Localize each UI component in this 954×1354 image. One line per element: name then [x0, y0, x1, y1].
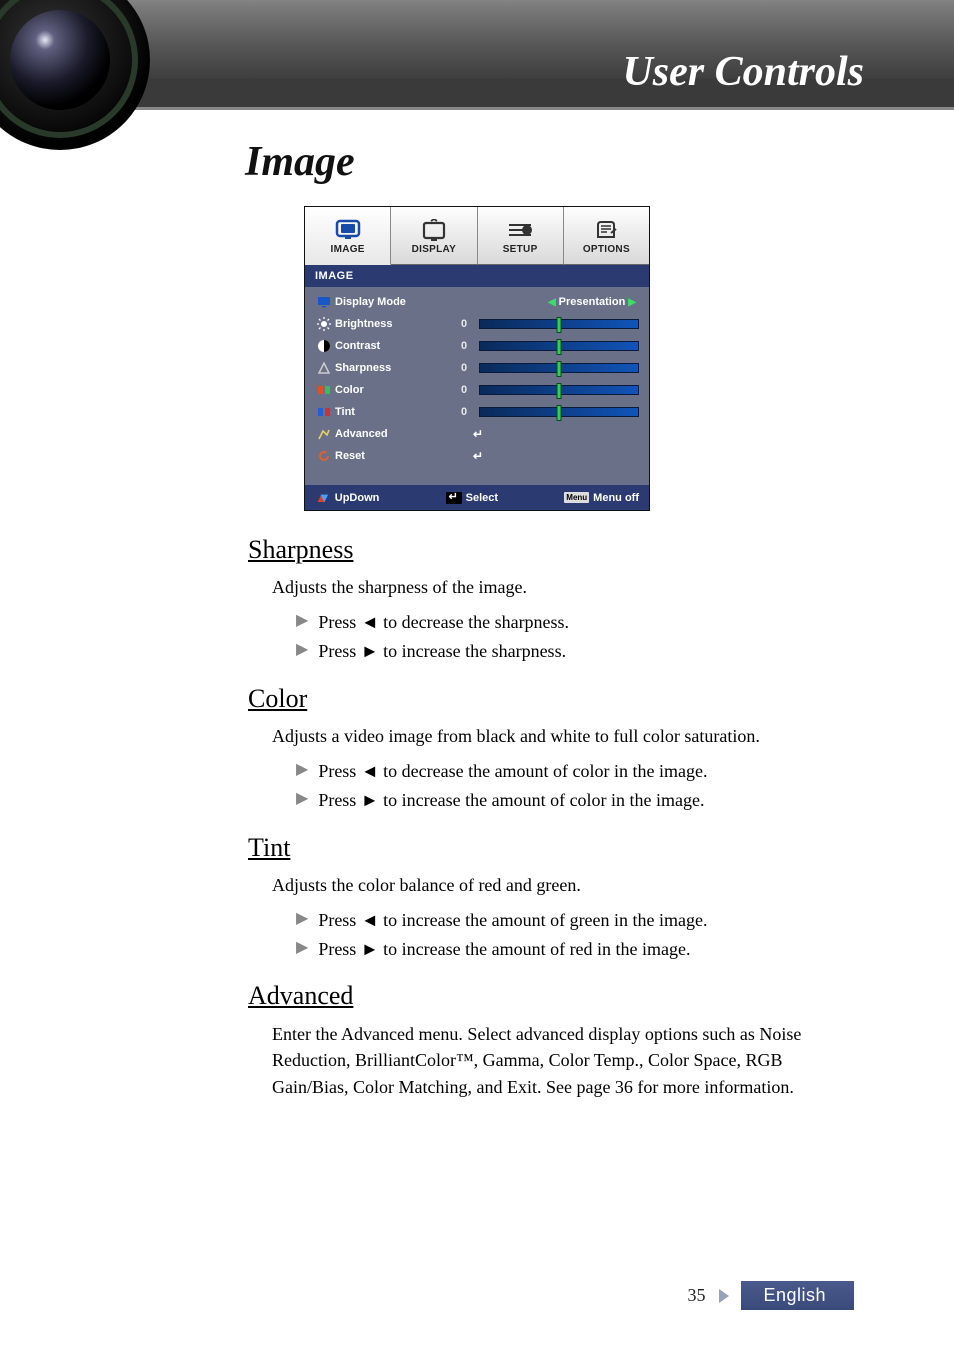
row-advanced[interactable]: Advanced ↵	[305, 423, 649, 445]
display-icon	[421, 216, 447, 244]
bullet-item: ▶Press ► to increase the amount of color…	[296, 786, 854, 815]
lens-decoration	[0, 0, 150, 150]
monitor-icon	[315, 296, 333, 308]
bullet-item: ▶Press ► to increase the amount of red i…	[296, 935, 854, 964]
row-color[interactable]: Color 0	[305, 379, 649, 401]
tab-label: IMAGE	[330, 244, 364, 255]
bullet-item: ▶Press ◄ to decrease the amount of color…	[296, 757, 854, 786]
enter-icon: ↵	[473, 427, 483, 441]
footer-select: Select	[446, 492, 498, 504]
row-display-mode[interactable]: Display Mode ◀Presentation▶	[305, 291, 649, 313]
enter-icon: ↵	[473, 449, 483, 463]
bullet-arrow-icon: ▶	[296, 786, 308, 812]
tab-label: SETUP	[503, 244, 538, 255]
bullet-item: ▶Press ► to increase the sharpness.	[296, 637, 854, 666]
sun-icon	[315, 317, 333, 331]
row-label: Brightness	[335, 318, 455, 330]
row-brightness[interactable]: Brightness 0	[305, 313, 649, 335]
contrast-icon	[315, 339, 333, 353]
bullet-item: ▶Press ◄ to decrease the sharpness.	[296, 608, 854, 637]
options-icon	[593, 216, 619, 244]
sharpness-icon	[315, 361, 333, 375]
reset-icon	[315, 449, 333, 463]
section-heading-sharpness: Sharpness	[248, 535, 854, 565]
row-value: 0	[455, 318, 473, 330]
tab-setup[interactable]: SETUP	[478, 207, 564, 265]
section-desc: Enter the Advanced menu. Select advanced…	[272, 1021, 854, 1099]
row-label: Tint	[335, 406, 455, 418]
row-label: Sharpness	[335, 362, 455, 374]
slider[interactable]	[479, 319, 639, 329]
osd-breadcrumb: IMAGE	[305, 265, 649, 287]
menu-key-icon: Menu	[564, 492, 589, 503]
row-reset[interactable]: Reset ↵	[305, 445, 649, 467]
page-heading: Image	[245, 138, 954, 186]
enter-key-icon	[446, 492, 462, 504]
setup-icon	[505, 216, 535, 244]
content-body: Sharpness Adjusts the sharpness of the i…	[248, 535, 854, 1100]
section-desc: Adjusts the color balance of red and gre…	[272, 873, 854, 898]
footer-menuoff: Menu Menu off	[564, 492, 639, 504]
row-sharpness[interactable]: Sharpness 0	[305, 357, 649, 379]
section-desc: Adjusts a video image from black and whi…	[272, 724, 854, 749]
osd-menu: IMAGE DISPLAY SETUP OPTIONS IMAGE Displa…	[304, 206, 650, 511]
footer-updown: ▲▼ UpDown	[315, 490, 379, 505]
row-label: Display Mode	[335, 296, 455, 308]
tab-image[interactable]: IMAGE	[305, 207, 391, 265]
color-icon	[315, 384, 333, 396]
page-number: 35	[687, 1285, 705, 1306]
row-label: Contrast	[335, 340, 455, 352]
osd-tabs: IMAGE DISPLAY SETUP OPTIONS	[305, 207, 649, 265]
bullet-arrow-icon: ▶	[296, 637, 308, 663]
tab-label: OPTIONS	[583, 244, 630, 255]
bullet-arrow-icon: ▶	[296, 608, 308, 634]
section-heading-tint: Tint	[248, 833, 854, 863]
row-value: ◀Presentation▶	[455, 296, 639, 308]
row-label: Reset	[335, 450, 455, 462]
row-contrast[interactable]: Contrast 0	[305, 335, 649, 357]
row-value: 0	[455, 406, 473, 418]
header-band: User Controls	[0, 0, 954, 110]
page-footer: 35 English	[687, 1281, 854, 1310]
tab-options[interactable]: OPTIONS	[564, 207, 649, 265]
header-title: User Controls	[622, 48, 864, 96]
slider[interactable]	[479, 407, 639, 417]
slider[interactable]	[479, 385, 639, 395]
osd-body: Display Mode ◀Presentation▶ Brightness 0…	[305, 287, 649, 485]
tab-display[interactable]: DISPLAY	[391, 207, 477, 265]
section-heading-color: Color	[248, 684, 854, 714]
advanced-icon	[315, 427, 333, 441]
section-desc: Adjusts the sharpness of the image.	[272, 575, 854, 600]
bullet-arrow-icon: ▶	[296, 906, 308, 932]
slider[interactable]	[479, 341, 639, 351]
tab-label: DISPLAY	[412, 244, 457, 255]
tint-icon	[315, 406, 333, 418]
row-value: 0	[455, 362, 473, 374]
slider[interactable]	[479, 363, 639, 373]
section-heading-advanced: Advanced	[248, 981, 854, 1011]
bullet-arrow-icon: ▶	[296, 935, 308, 961]
row-label: Advanced	[335, 428, 455, 440]
bullet-item: ▶Press ◄ to increase the amount of green…	[296, 906, 854, 935]
row-value: 0	[455, 340, 473, 352]
row-tint[interactable]: Tint 0	[305, 401, 649, 423]
language-badge: English	[741, 1281, 854, 1310]
triangle-icon	[719, 1289, 729, 1303]
bullet-arrow-icon: ▶	[296, 757, 308, 783]
row-label: Color	[335, 384, 455, 396]
row-value: 0	[455, 384, 473, 396]
osd-footer: ▲▼ UpDown Select Menu Menu off	[305, 485, 649, 510]
monitor-icon	[335, 216, 361, 244]
